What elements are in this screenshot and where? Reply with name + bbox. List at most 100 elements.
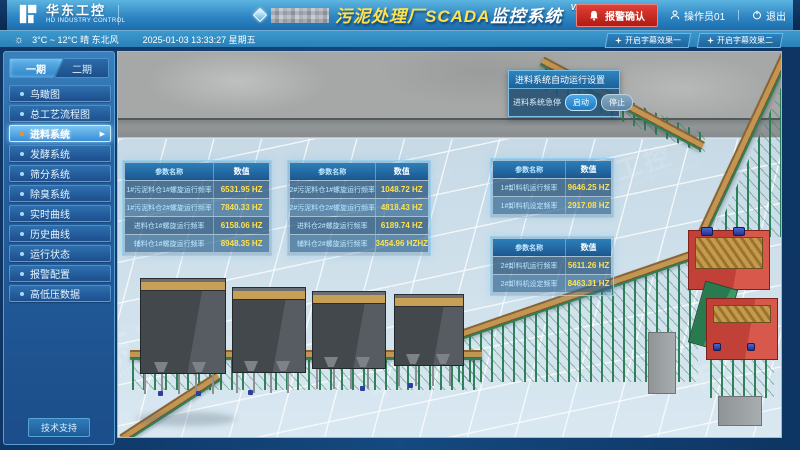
param-panel-4: 参数名称数值 2#卸料机运行频率5611.26 HZ 2#卸料机设定频率8463… bbox=[490, 236, 614, 296]
sidebar-item-feed-system[interactable]: 进料系统▶ bbox=[9, 125, 111, 142]
param-panel-1: 参数名称数值 1#污泥料仓1#螺旋运行频率6531.95 HZ 1#污泥料仓2#… bbox=[122, 160, 272, 256]
logout-button[interactable]: 退出 bbox=[752, 8, 786, 23]
operator-button[interactable]: 操作员01 bbox=[670, 8, 725, 23]
company-logo: 华东工控 HD INDUSTRY CONTROL bbox=[18, 3, 125, 25]
param-panel-3: 参数名称数值 1#卸料机运行频率9646.25 HZ 1#卸料机设定频率2917… bbox=[490, 158, 614, 218]
discharge-machine-lower bbox=[706, 298, 778, 360]
concrete-pedestal bbox=[648, 332, 676, 394]
shadow bbox=[136, 412, 236, 426]
pump bbox=[248, 390, 253, 395]
param-row: 1#污泥料仓2#螺旋运行频率7840.33 HZ bbox=[125, 199, 269, 216]
sidebar: 一期 二期 鸟瞰图 总工艺流程图 进料系统▶ 发酵系统 筛分系统 除臭系统 实时… bbox=[3, 51, 115, 445]
logo-icon bbox=[18, 3, 40, 25]
subtitle-effect-2-button[interactable]: 开启字幕效果二 bbox=[697, 33, 784, 48]
wall bbox=[118, 52, 781, 118]
hopper-4 bbox=[394, 294, 464, 388]
bullet-icon bbox=[20, 112, 24, 116]
hopper-top bbox=[232, 287, 306, 300]
discharge-machine-upper bbox=[688, 230, 770, 290]
status-bar: ☼ 3°C ~ 12°C 晴 东北风 2025-01-03 13:33:27 星… bbox=[0, 30, 800, 47]
bullet-icon bbox=[20, 252, 24, 256]
start-button[interactable]: 启动 bbox=[565, 94, 597, 111]
hopper-body bbox=[232, 300, 306, 373]
pump bbox=[196, 391, 201, 396]
tab-phase-1[interactable]: 一期 bbox=[9, 58, 63, 78]
param-row: 辅料仓1#螺旋运行频率8948.35 HZ bbox=[125, 235, 269, 252]
sidebar-item-run-status[interactable]: 运行状态 bbox=[9, 245, 111, 262]
hopper-top bbox=[394, 294, 464, 307]
hopper-2 bbox=[232, 287, 306, 395]
header-bar: 华东工控 HD INDUSTRY CONTROL 污泥处理厂SCADA监控系统 … bbox=[0, 0, 800, 30]
material-fill bbox=[695, 237, 763, 269]
param-row: 进料仓2#螺旋运行频率6189.74 HZ bbox=[290, 217, 428, 234]
alarm-confirm-button[interactable]: 报警确认 bbox=[576, 4, 658, 27]
param-panel-2: 参数名称数值 2#污泥料仓1#螺旋运行频率1048.72 HZ 2#污泥料仓2#… bbox=[287, 160, 431, 256]
bullet-icon bbox=[20, 192, 24, 196]
header-divider bbox=[118, 5, 119, 25]
hopper-body bbox=[394, 307, 464, 366]
diamond-icon bbox=[253, 7, 267, 21]
sidebar-item-process-flow[interactable]: 总工艺流程图 bbox=[9, 105, 111, 122]
pump bbox=[360, 386, 365, 391]
hopper-legs bbox=[236, 373, 302, 393]
motor bbox=[713, 343, 721, 351]
sidebar-item-realtime-curve[interactable]: 实时曲线 bbox=[9, 205, 111, 222]
logo-title: 华东工控 bbox=[46, 4, 125, 17]
sidebar-item-birdview[interactable]: 鸟瞰图 bbox=[9, 85, 111, 102]
system-title: 污泥处理厂SCADA监控系统 bbox=[335, 2, 562, 27]
stop-button[interactable]: 停止 bbox=[601, 94, 633, 111]
sidebar-item-screening[interactable]: 筛分系统 bbox=[9, 165, 111, 182]
tech-support-button[interactable]: 技术支持 bbox=[28, 418, 90, 437]
sidebar-item-deodorization[interactable]: 除臭系统 bbox=[9, 185, 111, 202]
bullet-icon bbox=[20, 92, 24, 96]
bell-icon bbox=[589, 10, 599, 21]
motor bbox=[733, 227, 745, 236]
bullet-icon bbox=[20, 232, 24, 236]
bullet-icon bbox=[20, 132, 24, 136]
hopper-body bbox=[312, 304, 386, 369]
param-row: 1#污泥料仓1#螺旋运行频率6531.95 HZ bbox=[125, 181, 269, 198]
datetime-text: 2025-01-03 13:33:27 星期五 bbox=[143, 33, 256, 46]
hopper-body bbox=[140, 291, 226, 374]
hopper-legs bbox=[144, 374, 222, 394]
concrete-pedestal bbox=[718, 396, 762, 426]
param-row: 进料仓1#螺旋运行频率6158.06 HZ bbox=[125, 217, 269, 234]
sidebar-item-history-curve[interactable]: 历史曲线 bbox=[9, 225, 111, 242]
sidebar-item-hv-lv-data[interactable]: 高低压数据 bbox=[9, 285, 111, 302]
star-icon bbox=[615, 37, 622, 44]
tab-phase-2[interactable]: 二期 bbox=[55, 58, 109, 78]
bullet-icon bbox=[20, 292, 24, 296]
hopper-top bbox=[140, 278, 226, 291]
hopper-3 bbox=[312, 291, 386, 391]
motor bbox=[701, 227, 713, 236]
process-3d-view: 华东工控HD INDUSTRY CONTROL 华东工控HD INDUSTRY … bbox=[117, 51, 782, 438]
power-icon bbox=[752, 10, 762, 20]
scada-app: 华东工控 HD INDUSTRY CONTROL 污泥处理厂SCADA监控系统 … bbox=[0, 0, 800, 450]
bullet-icon bbox=[20, 272, 24, 276]
star-icon bbox=[707, 37, 714, 44]
subtitle-effect-1-button[interactable]: 开启字幕效果一 bbox=[605, 33, 692, 48]
motor bbox=[747, 343, 755, 351]
param-row: 2#污泥料仓1#螺旋运行频率1048.72 HZ bbox=[290, 181, 428, 198]
machine-legs bbox=[710, 360, 774, 398]
bullet-icon bbox=[20, 172, 24, 176]
sidebar-item-alarm-config[interactable]: 报警配置 bbox=[9, 265, 111, 282]
hopper-legs bbox=[316, 369, 382, 389]
param-row: 2#卸料机运行频率5611.26 HZ bbox=[493, 257, 611, 274]
header-separator: | bbox=[737, 9, 740, 21]
censored-plant-name bbox=[271, 8, 329, 23]
param-row: 1#卸料机运行频率9646.25 HZ bbox=[493, 179, 611, 196]
auto-run-settings-popup: 进料系统自动运行设置 进料系统急停 启动 停止 bbox=[508, 70, 620, 117]
pump bbox=[158, 391, 163, 396]
pump bbox=[408, 383, 413, 388]
sidebar-item-fermentation[interactable]: 发酵系统 bbox=[9, 145, 111, 162]
chevron-right-icon: ▶ bbox=[100, 130, 105, 138]
weather-text: 3°C ~ 12°C 晴 东北风 bbox=[32, 33, 118, 46]
sidebar-menu: 鸟瞰图 总工艺流程图 进料系统▶ 发酵系统 筛分系统 除臭系统 实时曲线 历史曲… bbox=[9, 85, 111, 305]
bullet-icon bbox=[20, 152, 24, 156]
hopper-top bbox=[312, 291, 386, 304]
weather-icon: ☼ bbox=[14, 35, 24, 45]
param-row: 2#卸料机设定频率8463.31 HZ bbox=[493, 275, 611, 292]
popup-label: 进料系统急停 bbox=[513, 97, 561, 108]
user-icon bbox=[670, 10, 680, 20]
